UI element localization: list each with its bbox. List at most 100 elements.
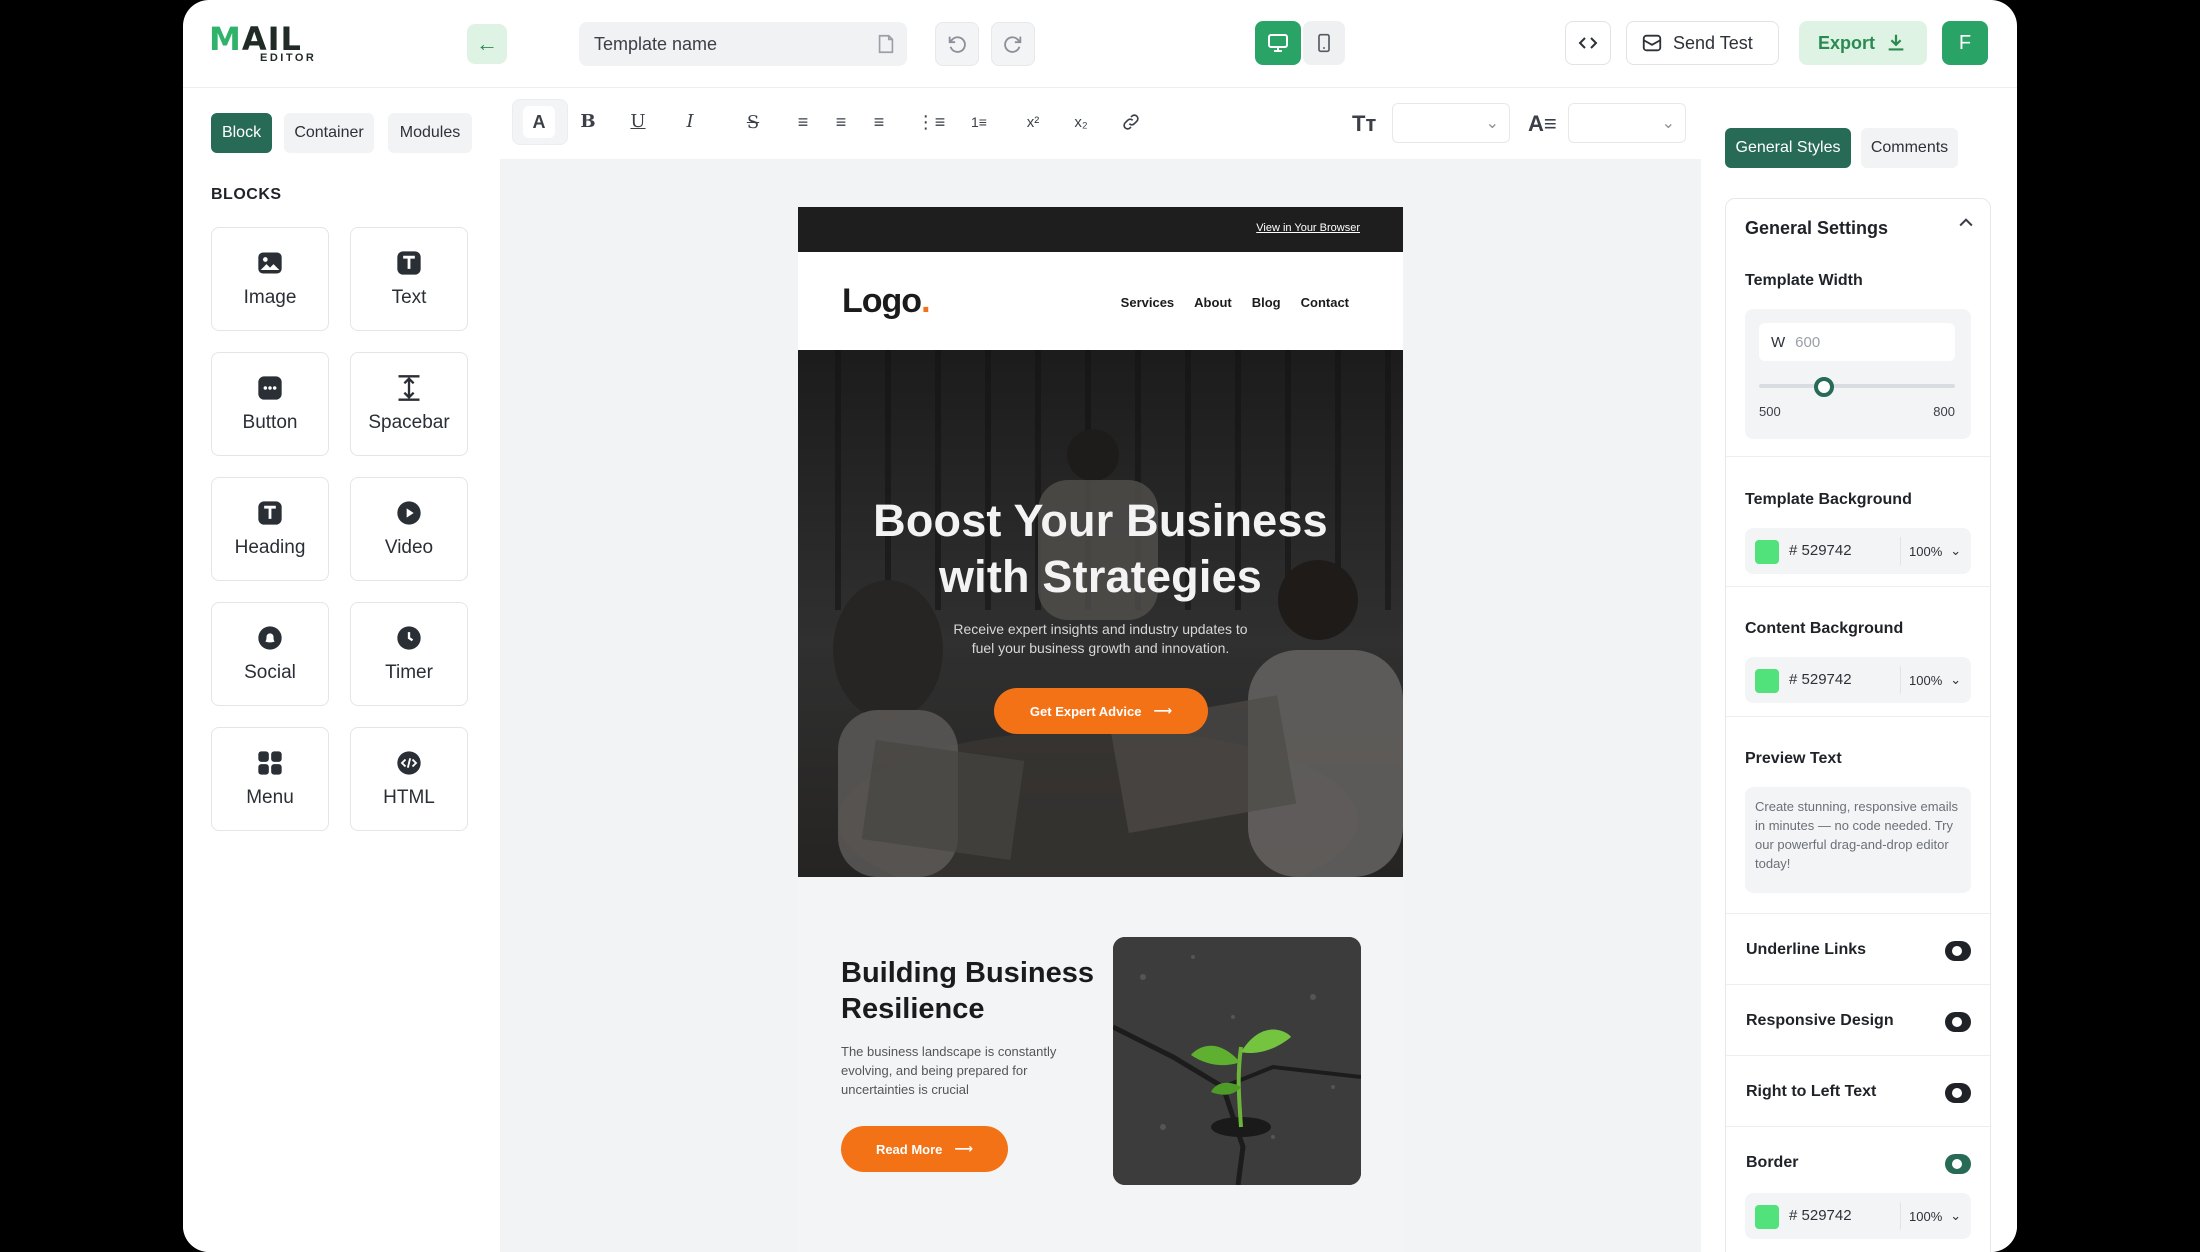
block-menu[interactable]: Menu xyxy=(211,727,329,831)
plant-image[interactable] xyxy=(1113,937,1361,1185)
block-social[interactable]: Social xyxy=(211,602,329,706)
font-size-select[interactable]: ⌄ xyxy=(1392,103,1510,143)
content-section[interactable]: Building Business Resilience The busines… xyxy=(798,877,1403,1252)
user-avatar[interactable]: F xyxy=(1942,21,1988,65)
tab-block[interactable]: Block xyxy=(211,113,272,153)
block-text[interactable]: Text xyxy=(350,227,468,331)
desktop-view-button[interactable] xyxy=(1255,21,1301,65)
block-image[interactable]: Image xyxy=(211,227,329,331)
block-html[interactable]: HTML xyxy=(350,727,468,831)
preview-text-label: Preview Text xyxy=(1745,750,1842,767)
button-icon xyxy=(256,374,284,402)
undo-button[interactable] xyxy=(935,22,979,66)
general-settings-title: General Settings xyxy=(1745,218,1889,238)
block-heading[interactable]: Heading xyxy=(211,477,329,581)
border-color[interactable]: # 529742 100% ⌄ xyxy=(1745,1193,1971,1239)
general-settings-card: General Settings Template Width W 600 50… xyxy=(1725,198,1991,1252)
mail-editor-app: MAIL EDITOR ← Template name Send Test Ex… xyxy=(183,0,2017,1252)
hero-subtitle: Receive expert insights and industry upd… xyxy=(798,620,1403,658)
email-logo[interactable]: Logo. xyxy=(842,282,931,321)
opacity-value: 100% xyxy=(1909,672,1943,688)
template-name-input[interactable]: Template name xyxy=(579,22,907,66)
color-hex[interactable]: # 529742 xyxy=(1789,542,1852,559)
opacity-select[interactable]: 100% ⌄ xyxy=(1900,666,1961,694)
color-hex[interactable]: # 529742 xyxy=(1789,671,1852,688)
border-label: Border xyxy=(1746,1154,1799,1171)
block-timer[interactable]: Timer xyxy=(350,602,468,706)
strikethrough-button[interactable]: S xyxy=(737,106,769,138)
color-hex[interactable]: # 529742 xyxy=(1789,1207,1852,1224)
align-center-button[interactable]: ≡ xyxy=(825,106,857,138)
tab-modules[interactable]: Modules xyxy=(388,113,472,153)
link-button[interactable] xyxy=(1115,106,1147,138)
block-video[interactable]: Video xyxy=(350,477,468,581)
hero-subtitle-line1: Receive expert insights and industry upd… xyxy=(953,621,1248,637)
divider xyxy=(1726,984,1990,985)
left-panel: Block Container Modules BLOCKS Image Tex… xyxy=(183,89,500,1252)
back-button[interactable]: ← xyxy=(467,24,507,64)
formatting-toolbar: A B U I S ≡ ≡ ≡ ⋮≡ 1≡ x² x₂ Tт ⌄ A≡ ⌄ ↕≡… xyxy=(500,89,1864,159)
mobile-view-button[interactable] xyxy=(1303,21,1345,65)
chevron-up-icon[interactable] xyxy=(1956,213,1976,238)
underline-links-toggle[interactable] xyxy=(1945,941,1971,961)
width-slider-track[interactable] xyxy=(1759,384,1955,388)
link-icon xyxy=(1123,114,1139,130)
color-swatch[interactable] xyxy=(1755,1205,1779,1229)
email-nav-blog[interactable]: Blog xyxy=(1252,295,1281,310)
align-left-icon: ≡ xyxy=(797,111,809,132)
color-swatch[interactable] xyxy=(1755,669,1779,693)
border-toggle[interactable] xyxy=(1945,1154,1971,1174)
width-prefix: W xyxy=(1771,333,1786,351)
superscript-button[interactable]: x² xyxy=(1017,106,1049,138)
align-left-button[interactable]: ≡ xyxy=(787,106,819,138)
email-preview[interactable]: View in Your Browser Logo. Services Abou… xyxy=(798,207,1403,1252)
color-swatch[interactable] xyxy=(1755,540,1779,564)
export-button[interactable]: Export xyxy=(1799,21,1927,65)
font-family-select[interactable]: ⌄ xyxy=(1568,103,1686,143)
template-width-control: W 600 500 800 xyxy=(1745,309,1971,439)
block-spacebar[interactable]: Spacebar xyxy=(350,352,468,456)
align-right-button[interactable]: ≡ xyxy=(863,106,895,138)
block-label: HTML xyxy=(383,787,435,808)
tab-container[interactable]: Container xyxy=(284,113,374,153)
template-width-input[interactable]: W 600 xyxy=(1759,323,1955,361)
hero-cta-button[interactable]: Get Expert Advice ⟶ xyxy=(994,688,1208,734)
email-nav-about[interactable]: About xyxy=(1194,295,1232,310)
width-slider-thumb[interactable] xyxy=(1813,377,1834,397)
send-test-label: Send Test xyxy=(1673,32,1753,53)
template-background-color[interactable]: # 529742 100% ⌄ xyxy=(1745,528,1971,574)
chevron-down-icon: ⌄ xyxy=(1950,543,1962,558)
tab-comments[interactable]: Comments xyxy=(1861,128,1958,168)
hero-section[interactable]: Boost Your Business with Strategies Rece… xyxy=(798,350,1403,877)
logo-subtitle: EDITOR xyxy=(260,52,317,64)
email-nav-services[interactable]: Services xyxy=(1121,295,1175,310)
opacity-select[interactable]: 100% ⌄ xyxy=(1900,537,1961,565)
preview-text-input[interactable]: Create stunning, responsive emails in mi… xyxy=(1745,787,1971,893)
view-in-browser-link[interactable]: View in Your Browser xyxy=(1256,222,1360,234)
responsive-design-toggle[interactable] xyxy=(1945,1012,1971,1032)
redo-button[interactable] xyxy=(991,22,1035,66)
subscript-button[interactable]: x₂ xyxy=(1065,106,1097,138)
send-test-button[interactable]: Send Test xyxy=(1626,21,1779,65)
block-button[interactable]: Button xyxy=(211,352,329,456)
opacity-select[interactable]: 100% ⌄ xyxy=(1900,1202,1961,1230)
underline-links-label: Underline Links xyxy=(1746,941,1867,958)
email-nav-contact[interactable]: Contact xyxy=(1301,295,1349,310)
code-view-button[interactable] xyxy=(1565,21,1611,65)
social-icon xyxy=(256,624,284,652)
tab-general-styles[interactable]: General Styles xyxy=(1725,128,1851,168)
block-label: Text xyxy=(391,287,427,308)
width-min: 500 xyxy=(1759,404,1781,419)
email-logo-text: Logo xyxy=(842,282,922,320)
hero-cta-label: Get Expert Advice xyxy=(1029,703,1142,719)
rtl-text-toggle[interactable] xyxy=(1945,1083,1971,1103)
hero-background-image xyxy=(798,350,1403,877)
block-label: Video xyxy=(384,537,434,558)
read-more-button[interactable]: Read More ⟶ xyxy=(841,1126,1008,1172)
numbered-list-button[interactable]: 1≡ xyxy=(963,106,995,138)
avatar-initial: F xyxy=(1958,31,1972,54)
content-background-color[interactable]: # 529742 100% ⌄ xyxy=(1745,657,1971,703)
spacebar-icon xyxy=(395,374,423,402)
bullet-list-button[interactable]: ⋮≡ xyxy=(915,106,947,138)
block-label: Heading xyxy=(234,537,306,558)
